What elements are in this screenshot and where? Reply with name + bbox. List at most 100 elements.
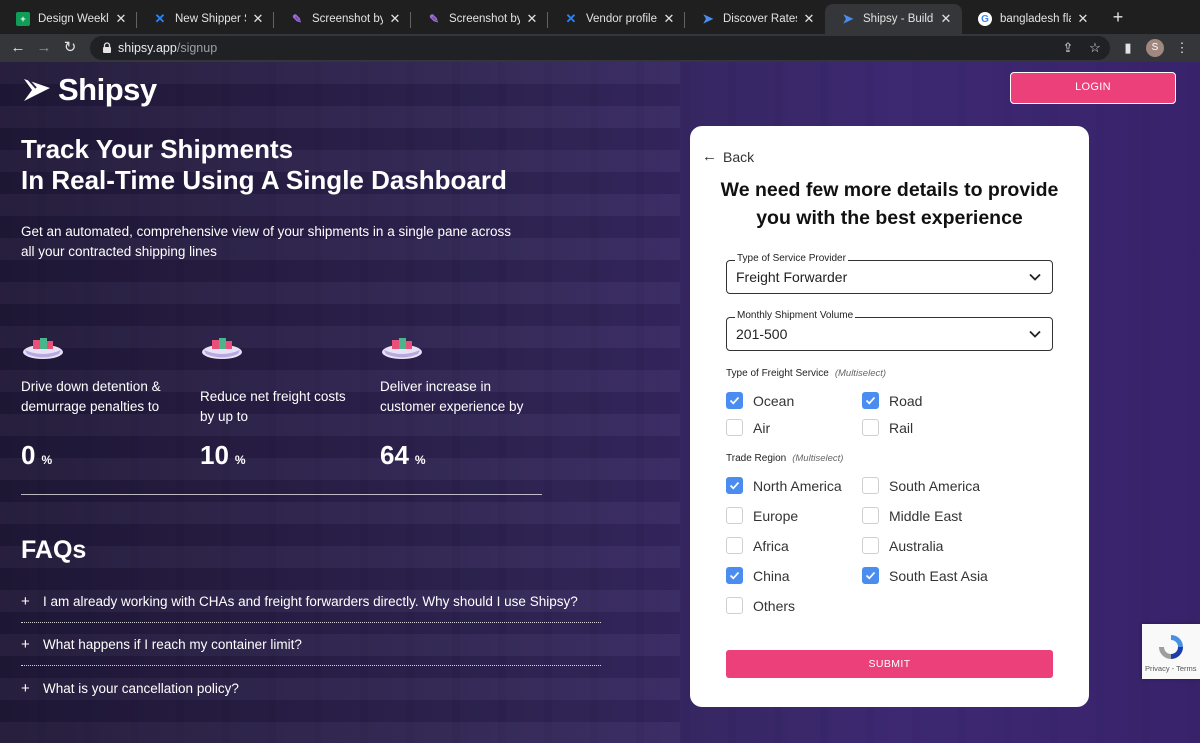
stat-value: 10% (200, 440, 246, 470)
recaptcha-text[interactable]: Privacy - Terms (1145, 664, 1197, 673)
ship-icon (202, 338, 242, 359)
browser-tab[interactable]: ✕ New Shipper Sign ✕ (137, 4, 274, 34)
checkmark-icon (729, 571, 740, 580)
form-title-line: We need few more details to provide (720, 179, 1059, 201)
close-icon[interactable]: ✕ (113, 11, 129, 27)
form-title-line: you with the best experience (756, 207, 1023, 229)
faq-item[interactable]: + What happens if I reach my container li… (21, 636, 601, 653)
checkmark-icon (729, 481, 740, 490)
browser-tab[interactable]: + Design Weekly Pl ✕ (0, 4, 137, 34)
checkbox-africa[interactable]: Africa (726, 537, 789, 554)
new-tab-button[interactable]: + (1108, 7, 1128, 27)
address-bar[interactable]: shipsy.app/signup (90, 36, 1110, 60)
checkbox-china[interactable]: China (726, 567, 790, 584)
shipsy-icon: ➤ (842, 11, 854, 26)
select-value: Freight Forwarder (736, 269, 848, 285)
checkbox-australia[interactable]: Australia (862, 537, 943, 554)
select-label: Monthly Shipment Volume (735, 310, 856, 321)
checkbox-south-america[interactable]: South America (862, 477, 980, 494)
stat-text: Drive down detention & demurrage penalti… (21, 379, 161, 414)
faq-item[interactable]: + What is your cancellation policy? (21, 680, 601, 697)
stat-block: Reduce net freight costs by up to (200, 328, 360, 427)
logo-text: Shipsy (58, 72, 157, 107)
checkbox-north-america[interactable]: North America (726, 477, 842, 494)
shipment-volume-select[interactable]: Monthly Shipment Volume 201-500 (726, 310, 1053, 351)
faq-divider (21, 622, 601, 623)
checkbox-box[interactable] (862, 419, 879, 436)
plus-icon: + (21, 636, 30, 653)
close-icon[interactable]: ✕ (938, 11, 954, 27)
close-icon[interactable]: ✕ (1075, 11, 1091, 27)
tab-label: New Shipper Sign (175, 13, 246, 25)
browser-tab[interactable]: ✎ Screenshot by Lig ✕ (411, 4, 548, 34)
faq-item[interactable]: + I am already working with CHAs and frei… (21, 593, 601, 610)
lightshot-icon: ✎ (428, 12, 440, 26)
back-label: Back (723, 148, 755, 165)
browser-tab[interactable]: ➤ Discover Rates ✕ (685, 4, 825, 34)
checkbox-box[interactable] (726, 537, 743, 554)
checkbox-ocean[interactable]: Ocean (726, 392, 794, 409)
section-divider (21, 494, 542, 495)
close-icon[interactable]: ✕ (387, 11, 403, 27)
stat-value: 0% (21, 440, 53, 470)
checkbox-box[interactable] (726, 567, 743, 584)
back-arrow-icon[interactable]: ← (8, 38, 28, 58)
checkbox-box[interactable] (862, 477, 879, 494)
checkbox-rail[interactable]: Rail (862, 419, 913, 436)
close-icon[interactable]: ✕ (661, 11, 677, 27)
shipsy-logo-icon (24, 78, 50, 101)
login-button[interactable]: LOGIN (1010, 72, 1176, 104)
browser-tab[interactable]: G bangladesh flag ✕ (962, 4, 1099, 34)
sidepanel-icon[interactable]: ▮ (1118, 38, 1138, 58)
browser-tab[interactable]: ✕ Vendor profile v2 ✕ (548, 4, 685, 34)
faq-question: What is your cancellation policy? (43, 681, 239, 696)
checkbox-box[interactable] (862, 537, 879, 554)
shipsy-icon: ➤ (702, 11, 714, 26)
browser-tab[interactable]: ✎ Screenshot by Lig ✕ (274, 4, 411, 34)
more-menu-icon[interactable]: ⋮ (1172, 38, 1192, 58)
checkbox-box[interactable] (726, 507, 743, 524)
forward-arrow-icon[interactable]: → (34, 38, 54, 58)
hero-title-line: In Real-Time Using A Single Dashboard (21, 165, 507, 195)
select-value: 201-500 (736, 326, 788, 342)
checkbox-box[interactable] (726, 597, 743, 614)
faq-title: FAQs (21, 536, 87, 564)
faq-question: What happens if I reach my container lim… (43, 637, 302, 652)
checkbox-air[interactable]: Air (726, 419, 770, 436)
checkbox-box[interactable] (726, 392, 743, 409)
hero-subtitle: Get an automated, comprehensive view of … (21, 224, 512, 259)
checkbox-box[interactable] (726, 419, 743, 436)
checkbox-label: Middle East (889, 507, 963, 524)
checkbox-box[interactable] (726, 477, 743, 494)
close-icon[interactable]: ✕ (250, 11, 266, 27)
browser-tab-active[interactable]: ➤ Shipsy - Building ✕ (825, 4, 962, 34)
back-link[interactable]: ← Back (702, 148, 754, 165)
profile-avatar[interactable]: S (1146, 39, 1164, 57)
checkbox-others[interactable]: Others (726, 597, 795, 614)
share-icon[interactable]: ⇪ (1058, 38, 1078, 58)
checkbox-box[interactable] (862, 507, 879, 524)
browser-toolbar: ← → ↻ shipsy.app/signup ⇪ ☆ ▮ S ⋮ (0, 34, 1200, 62)
ship-icon (23, 338, 63, 359)
submit-button[interactable]: SUBMIT (726, 650, 1053, 678)
tab-label: bangladesh flag (1000, 13, 1071, 25)
recaptcha-badge[interactable]: Privacy - Terms (1142, 624, 1200, 679)
checkbox-south-east-asia[interactable]: South East Asia (862, 567, 988, 584)
shipsy-logo[interactable]: Shipsy (22, 72, 157, 108)
checkbox-label: Road (889, 392, 923, 409)
bookmark-star-icon[interactable]: ☆ (1085, 38, 1105, 58)
checkbox-europe[interactable]: Europe (726, 507, 798, 524)
url-text: shipsy.app/signup (118, 41, 218, 55)
checkbox-box[interactable] (862, 392, 879, 409)
select-label: Type of Service Provider (735, 253, 848, 264)
checkbox-label: Rail (889, 419, 914, 436)
service-provider-select[interactable]: Type of Service Provider Freight Forward… (726, 253, 1053, 294)
reload-icon[interactable]: ↻ (60, 38, 80, 58)
checkbox-label: Others (753, 597, 796, 614)
checkbox-road[interactable]: Road (862, 392, 922, 409)
checkbox-box[interactable] (862, 567, 879, 584)
close-icon[interactable]: ✕ (524, 11, 540, 27)
checkbox-middle-east[interactable]: Middle East (862, 507, 962, 524)
close-icon[interactable]: ✕ (801, 11, 817, 27)
checkmark-icon (729, 396, 740, 405)
